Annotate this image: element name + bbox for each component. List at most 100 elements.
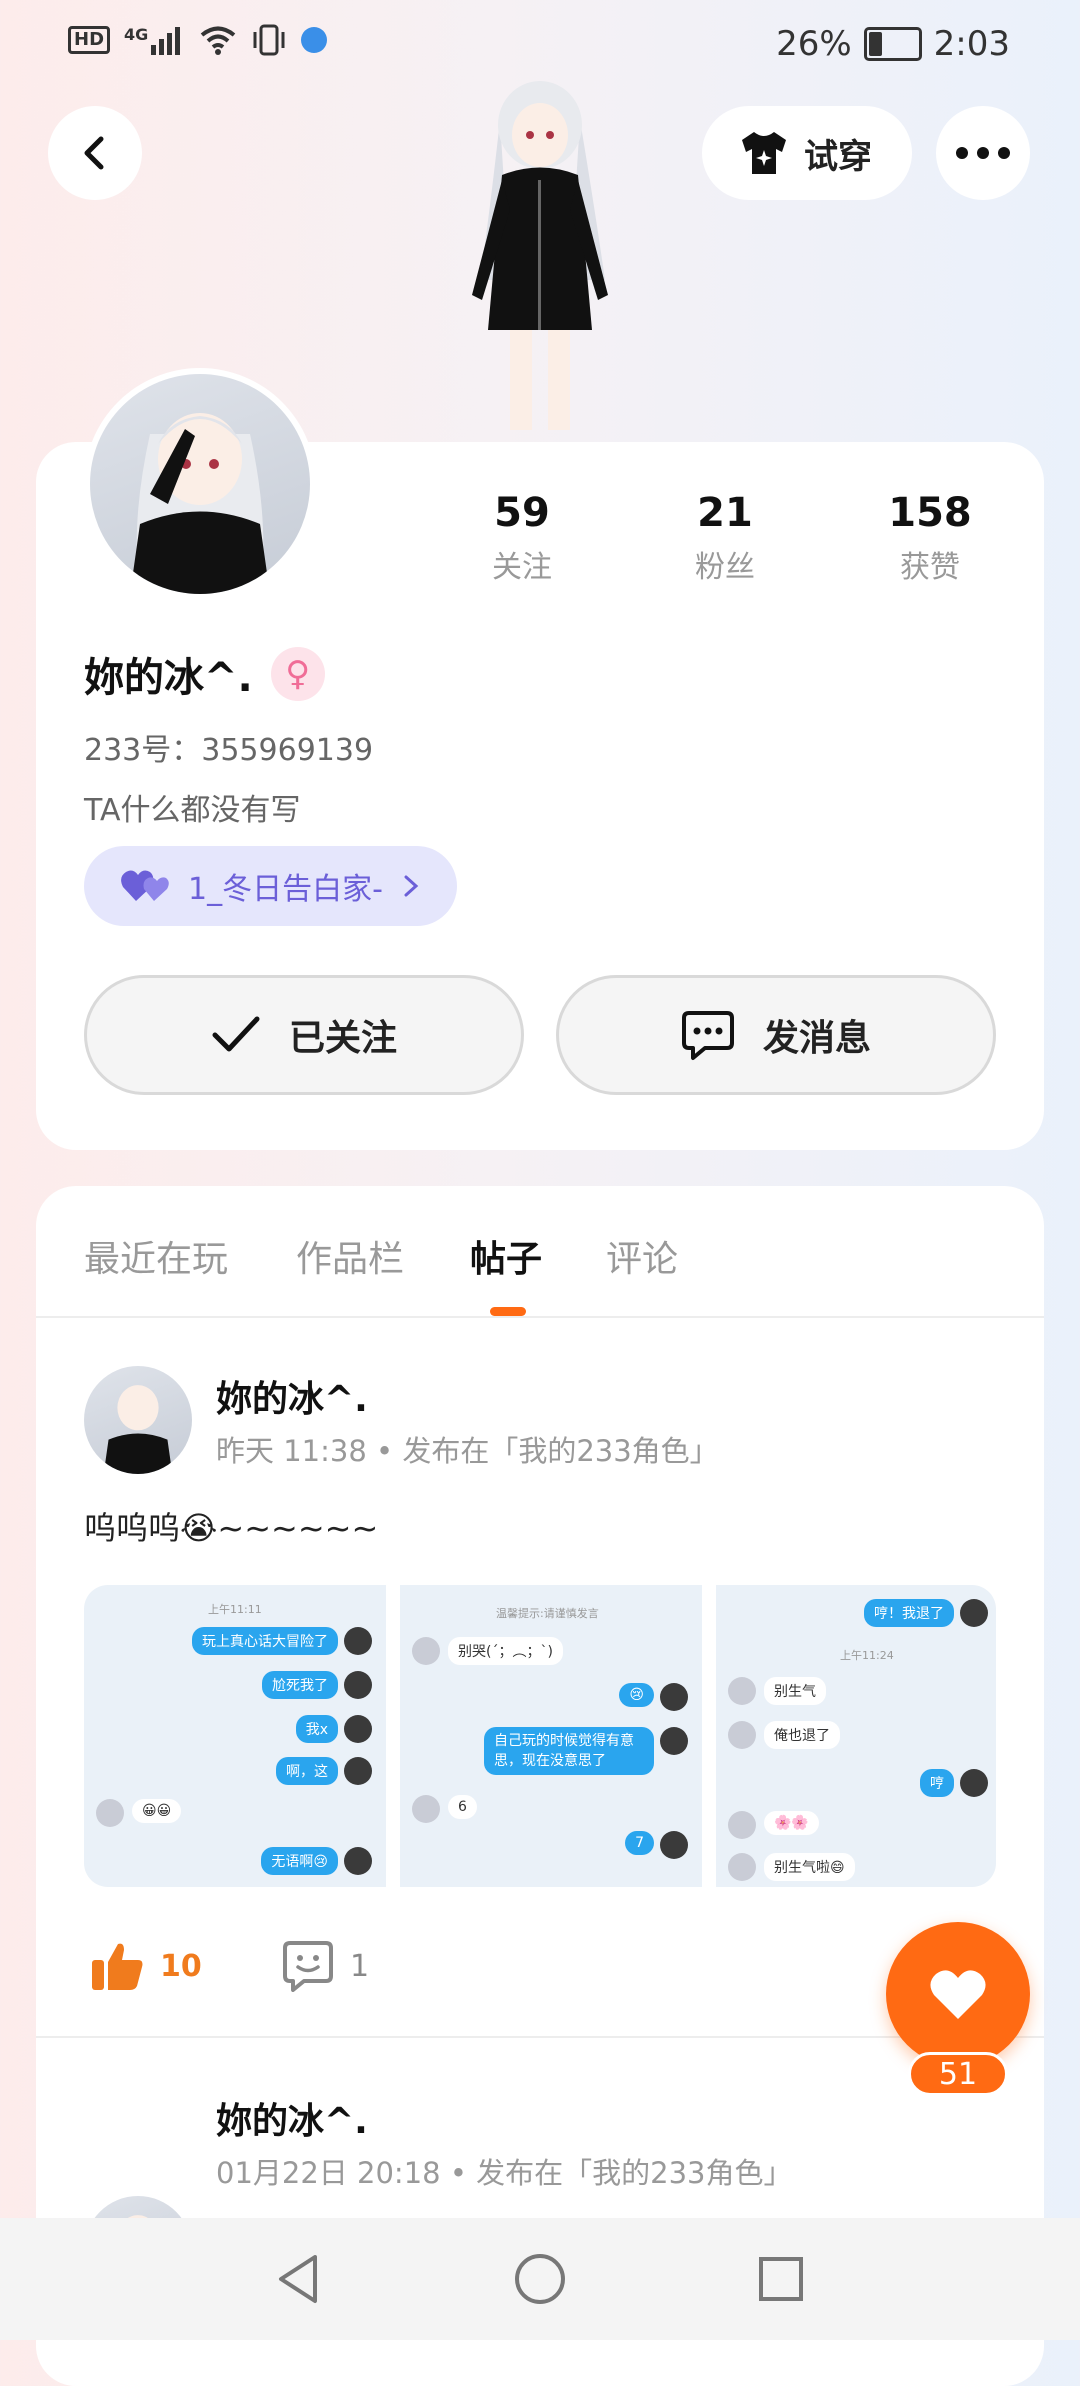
chat-bubble: 别生气啦😄 (764, 1853, 855, 1881)
post-image-2[interactable]: 温馨提示:请谨慎发言 别哭(´；︵；`) 😢 自己玩的时候觉得有意思，现在没意思… (400, 1585, 702, 1887)
chat-bubble: 哼 (920, 1769, 954, 1797)
chat-bubble: 哼！我退了 (864, 1599, 954, 1627)
chat-bubble: 自己玩的时候觉得有意思，现在没意思了 (484, 1727, 654, 1775)
tab-posts[interactable]: 帖子 (470, 1230, 542, 1282)
message-label: 发消息 (762, 1018, 871, 1059)
chat-bubble: 俺也退了 (764, 1721, 840, 1749)
chat-avatar (96, 1799, 124, 1827)
followed-button[interactable]: 已关注 (84, 975, 524, 1095)
chat-bubble: 😀😀 (132, 1799, 182, 1823)
female-icon: ♀ (270, 647, 325, 701)
chat-avatar (344, 1715, 372, 1743)
try-on-label: 试穿 (804, 136, 872, 177)
chat-avatar (344, 1757, 372, 1785)
chat-bubble: 6 (448, 1795, 477, 1819)
chat-avatar (728, 1811, 756, 1839)
chat-avatar (728, 1853, 756, 1881)
avatar-portrait-image (103, 1385, 173, 1474)
chat-bubble: 😢 (619, 1683, 654, 1707)
chat-bubble: 7 (625, 1831, 654, 1855)
stat-fans[interactable]: 21 粉丝 (645, 490, 805, 586)
chat-bubble: 无语啊😢 (261, 1847, 338, 1875)
vibrate-icon (253, 24, 285, 56)
chat-avatar (660, 1831, 688, 1859)
system-nav-bar (0, 2218, 1080, 2340)
post-text: 呜呜呜😭~~~~~~ (84, 1509, 379, 1547)
profile-name: 妳的冰^. (84, 655, 253, 701)
chevron-right-icon (404, 875, 419, 897)
like-fab-button[interactable] (886, 1922, 1030, 2066)
tshirt-icon (742, 132, 786, 174)
chat-bubble: 别生气 (764, 1677, 826, 1705)
nav-home-icon[interactable] (513, 2252, 567, 2306)
stat-value: 59 (494, 490, 550, 536)
stat-likes[interactable]: 158 获赞 (850, 490, 1010, 586)
post-meta: 昨天 11:38 • 发布在「我的233角色」 (216, 1434, 719, 1468)
profile-avatar[interactable] (84, 368, 316, 600)
wifi-icon (201, 26, 236, 55)
tab-works[interactable]: 作品栏 (296, 1230, 404, 1282)
thumbs-up-icon (92, 1943, 143, 1990)
post-author-name[interactable]: 妳的冰^. (216, 1370, 368, 1422)
battery-fill (868, 32, 883, 56)
chat-notice: 温馨提示:请谨慎发言 (496, 1607, 599, 1620)
chat-bubble: 别哭(´；︵；`) (448, 1637, 563, 1665)
tag-label: 1_冬日告白家- (188, 872, 383, 907)
stat-value: 158 (888, 490, 972, 536)
signal-icon: 4G (124, 25, 185, 55)
post-meta: 01月22日 20:18 • 发布在「我的233角色」 (216, 2156, 793, 2190)
post-author-name[interactable]: 妳的冰^. (216, 2092, 368, 2144)
more-button[interactable] (936, 106, 1030, 200)
chat-avatar (960, 1769, 988, 1797)
like-button[interactable]: 10 (90, 1940, 202, 1992)
profile-name-row: 妳的冰^. ♀ (84, 645, 325, 703)
comment-button[interactable]: 1 (282, 1940, 369, 1992)
fab-count-badge: 51 (908, 2052, 1008, 2096)
stat-value: 21 (697, 490, 753, 536)
chat-bubble: 🌸🌸 (764, 1811, 819, 1835)
tab-divider (36, 1316, 1044, 1318)
stat-label: 粉丝 (695, 550, 755, 585)
chat-bubble: 我x (295, 1715, 338, 1743)
chat-avatar (412, 1795, 440, 1823)
heart-pair-icon (121, 870, 169, 901)
chat-avatar (728, 1721, 756, 1749)
chat-avatar (412, 1637, 440, 1665)
chat-bubble: 玩上真心话大冒险了 (192, 1627, 338, 1655)
post-image-1[interactable]: 上午11:11 玩上真心话大冒险了 尬死我了 我x 啊，这 😀😀 无语啊😢 (84, 1585, 386, 1887)
chat-avatar (344, 1847, 372, 1875)
avatar-figure-image (472, 81, 608, 430)
stat-label: 关注 (492, 550, 552, 585)
try-on-button[interactable]: 试穿 (702, 106, 912, 200)
message-button[interactable]: 发消息 (556, 975, 996, 1095)
status-bar: HD 4G 26% 2:03 (0, 0, 1080, 90)
chat-bubble-icon (681, 1011, 734, 1060)
stat-label: 获赞 (900, 550, 960, 585)
avatar-portrait-image (130, 413, 270, 594)
chat-avatar (344, 1627, 372, 1655)
post-image-3[interactable]: 哼！我退了 上午11:24 别生气 俺也退了 哼 🌸🌸 别生气啦😄 (716, 1585, 996, 1887)
battery-percent: 26% (776, 24, 852, 64)
chat-bubble: 尬死我了 (262, 1671, 338, 1699)
more-dots-icon (956, 147, 1010, 159)
tab-recent-play[interactable]: 最近在玩 (84, 1230, 228, 1282)
profile-id: 233号：355969139 (84, 733, 374, 768)
comment-face-icon (283, 1941, 333, 1992)
battery-icon (863, 27, 922, 61)
back-button[interactable] (48, 106, 142, 200)
post-author-avatar[interactable] (84, 1366, 192, 1474)
nav-recent-icon[interactable] (757, 2255, 805, 2303)
chat-timestamp: 上午11:24 (840, 1649, 894, 1662)
chat-avatar (660, 1727, 688, 1755)
stat-following[interactable]: 59 关注 (442, 490, 602, 586)
profile-tag-button[interactable]: 1_冬日告白家- (84, 846, 457, 926)
heart-icon (930, 1970, 986, 2019)
chat-avatar (960, 1599, 988, 1627)
chat-timestamp: 上午11:11 (208, 1603, 262, 1616)
clock: 2:03 (933, 24, 1010, 64)
nav-back-icon[interactable] (275, 2253, 323, 2305)
check-icon (212, 1016, 260, 1052)
profile-bio: TA什么都没有写 (84, 793, 301, 828)
chat-avatar (728, 1677, 756, 1705)
tab-comments[interactable]: 评论 (606, 1230, 678, 1282)
